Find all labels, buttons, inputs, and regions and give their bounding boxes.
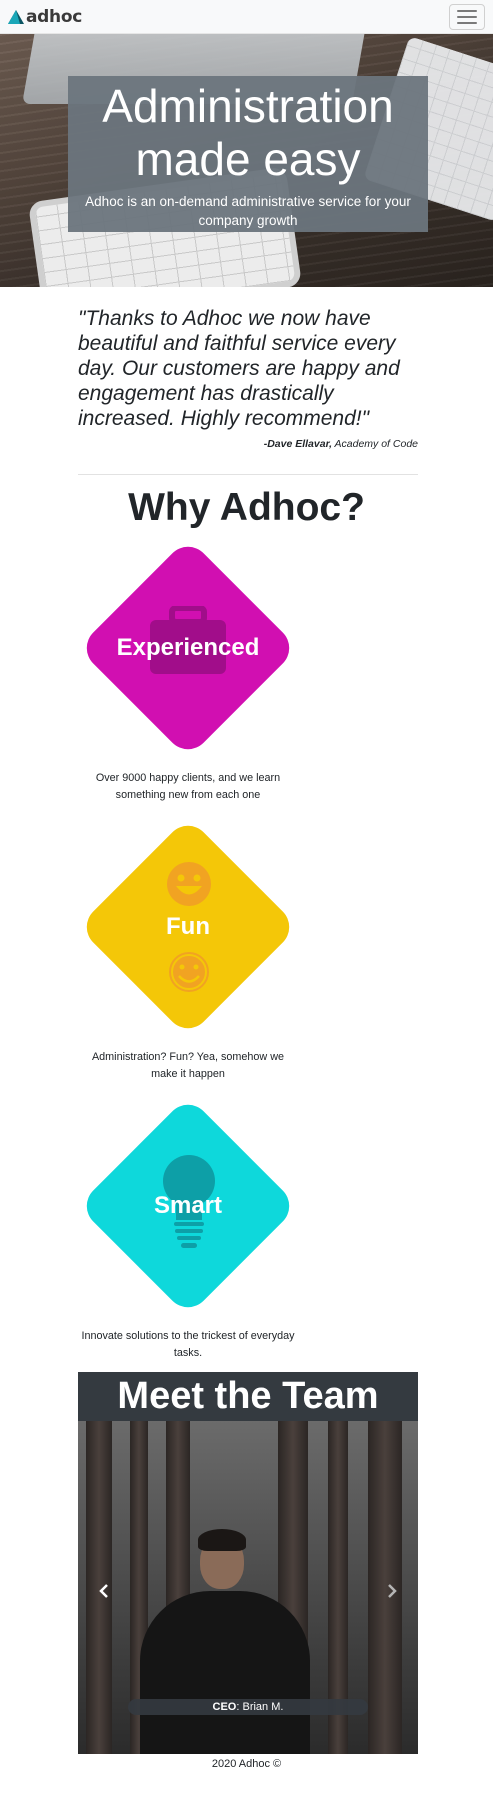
- smiley-icon: [167, 862, 211, 906]
- team-member-role: CEO: [212, 1701, 237, 1713]
- navbar-toggle-button[interactable]: [449, 4, 485, 30]
- testimonial-quote: "Thanks to Adhoc we now have beautiful a…: [78, 307, 400, 430]
- feature-label: Fun: [166, 913, 210, 940]
- hero-subtitle: Adhoc is an on-demand administrative ser…: [85, 194, 411, 228]
- team-title: Meet the Team: [117, 1375, 379, 1417]
- feature-experienced: Experienced: [77, 537, 299, 759]
- feature-label: Experienced: [116, 634, 260, 661]
- testimonial-author: -Dave Ellavar,: [263, 438, 332, 450]
- section-divider: [78, 474, 418, 475]
- brand-name: adhoc: [26, 7, 82, 27]
- smiley-icon: [167, 950, 211, 994]
- chevron-right-icon: [388, 1584, 397, 1598]
- brand-link[interactable]: adhoc: [8, 6, 82, 28]
- team-card: Meet the Team CEO: Brian M.: [78, 1372, 418, 1754]
- team-member-caption: CEO: Brian M.: [128, 1699, 368, 1715]
- testimonial: "Thanks to Adhoc we now have beautiful a…: [78, 306, 418, 450]
- feature-fun: Fun: [77, 816, 299, 1038]
- hero-banner: Administration made easy Adhoc is an on-…: [0, 34, 493, 287]
- team-member-photo: [140, 1591, 310, 1754]
- chevron-left-icon: [99, 1584, 108, 1598]
- hero-text-box: Administration made easy Adhoc is an on-…: [68, 76, 428, 232]
- carousel-next-button[interactable]: [382, 1581, 402, 1601]
- adhoc-logo-icon: [8, 10, 24, 24]
- footer-copyright: 2020 Adhoc ©: [211, 1758, 282, 1770]
- why-title: Why Adhoc?: [128, 486, 365, 529]
- navbar: adhoc: [0, 0, 493, 34]
- hamburger-icon: [457, 10, 477, 12]
- feature-description: Over 9000 happy clients, and we learn so…: [95, 772, 281, 801]
- team-member-name: : Brian M.: [236, 1701, 284, 1713]
- feature-description: Administration? Fun? Yea, somehow we mak…: [91, 1051, 285, 1080]
- testimonial-attribution: -Dave Ellavar, Academy of Code: [78, 438, 418, 450]
- feature-smart: Smart: [77, 1095, 299, 1317]
- feature-label: Smart: [153, 1192, 223, 1219]
- testimonial-company: Academy of Code: [334, 438, 418, 450]
- hero-title: Administration made easy: [102, 80, 394, 185]
- carousel-prev-button[interactable]: [94, 1581, 114, 1601]
- feature-description: Innovate solutions to the trickest of ev…: [81, 1330, 295, 1359]
- team-carousel: CEO: Brian M.: [78, 1421, 418, 1754]
